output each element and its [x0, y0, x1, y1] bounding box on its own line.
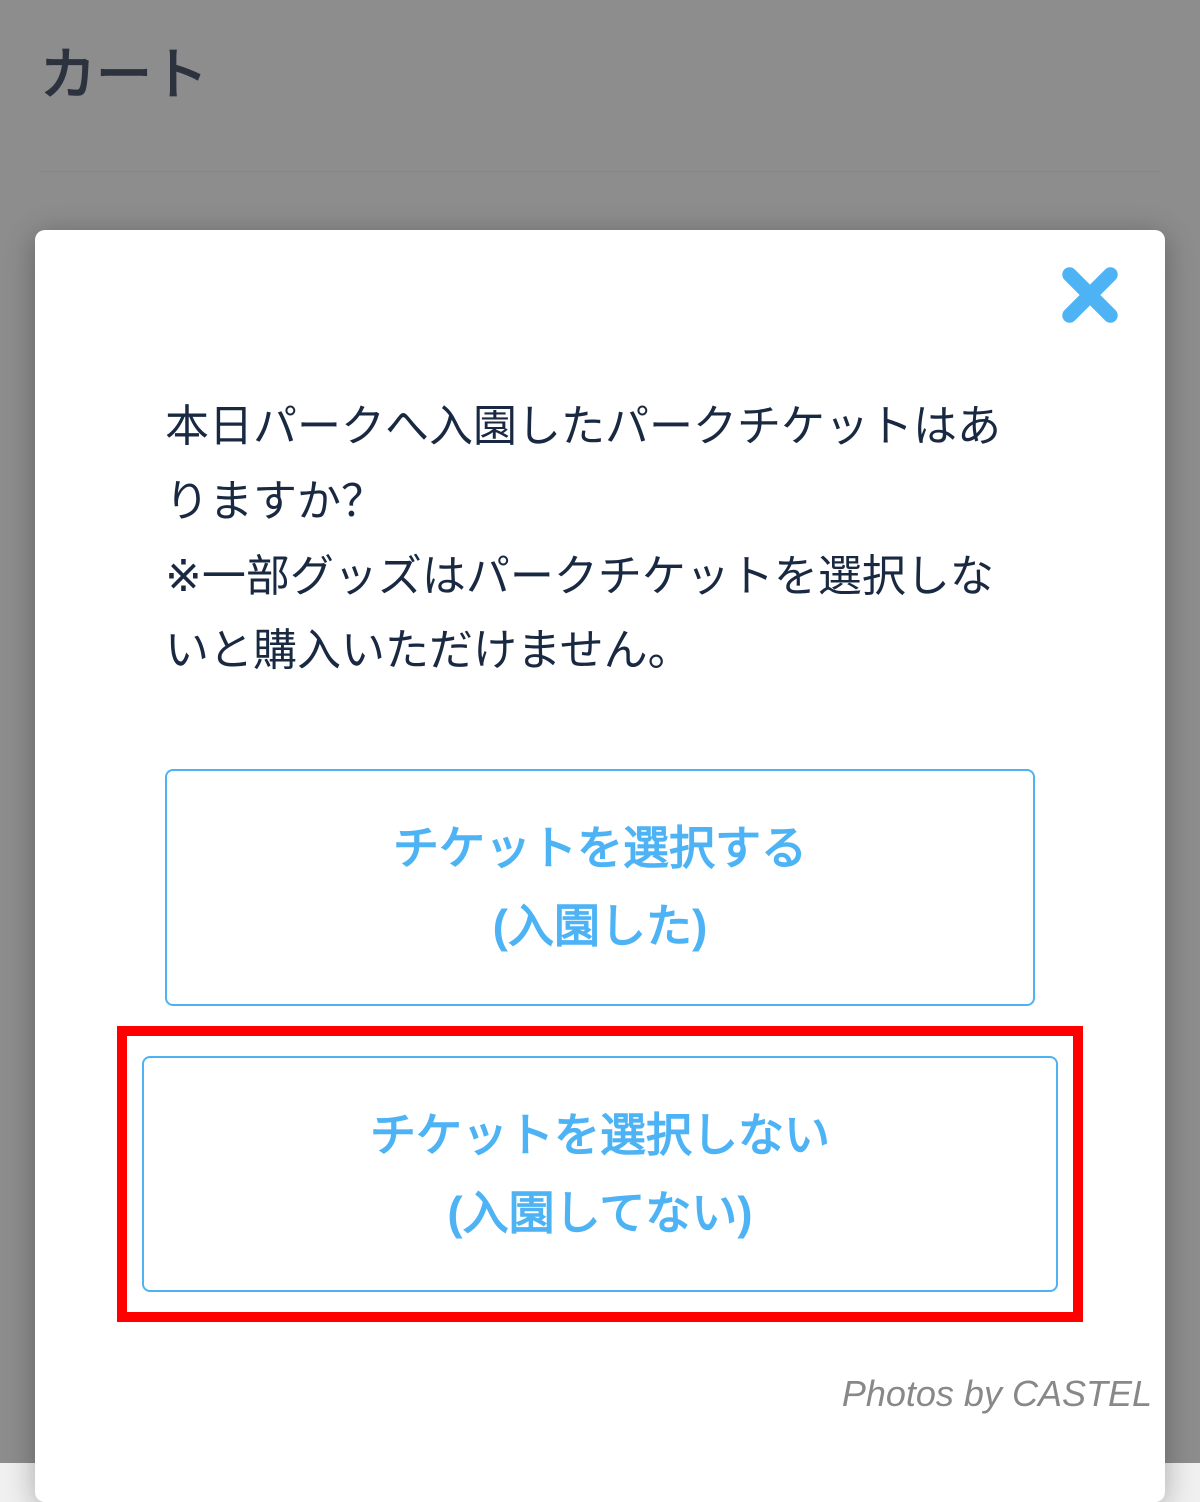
close-icon — [1055, 260, 1125, 330]
modal-question: 本日パークへ入園したパークチケットはありますか？ — [165, 402, 1001, 526]
skip-ticket-line1: チケットを選択しない — [370, 1109, 830, 1161]
ticket-selection-modal: 本日パークへ入園したパークチケットはありますか？ ※一部グッズはパークチケットを… — [35, 230, 1165, 1502]
select-ticket-button[interactable]: チケットを選択する (入園した) — [165, 769, 1035, 1005]
highlight-annotation: チケットを選択しない (入園してない) — [117, 1026, 1083, 1322]
select-ticket-line1: チケットを選択する — [393, 822, 807, 874]
skip-ticket-button[interactable]: チケットを選択しない (入園してない) — [142, 1056, 1058, 1292]
select-ticket-line2: (入園した) — [493, 900, 708, 952]
skip-ticket-line2: (入園してない) — [447, 1187, 752, 1239]
modal-prompt-text: 本日パークへ入園したパークチケットはありますか？ ※一部グッズはパークチケットを… — [165, 390, 1035, 689]
modal-note: ※一部グッズはパークチケットを選択しないと購入いただけません。 — [165, 552, 994, 676]
close-button[interactable] — [1055, 260, 1125, 330]
photo-credit: Photos by CASTEL — [842, 1373, 1152, 1415]
